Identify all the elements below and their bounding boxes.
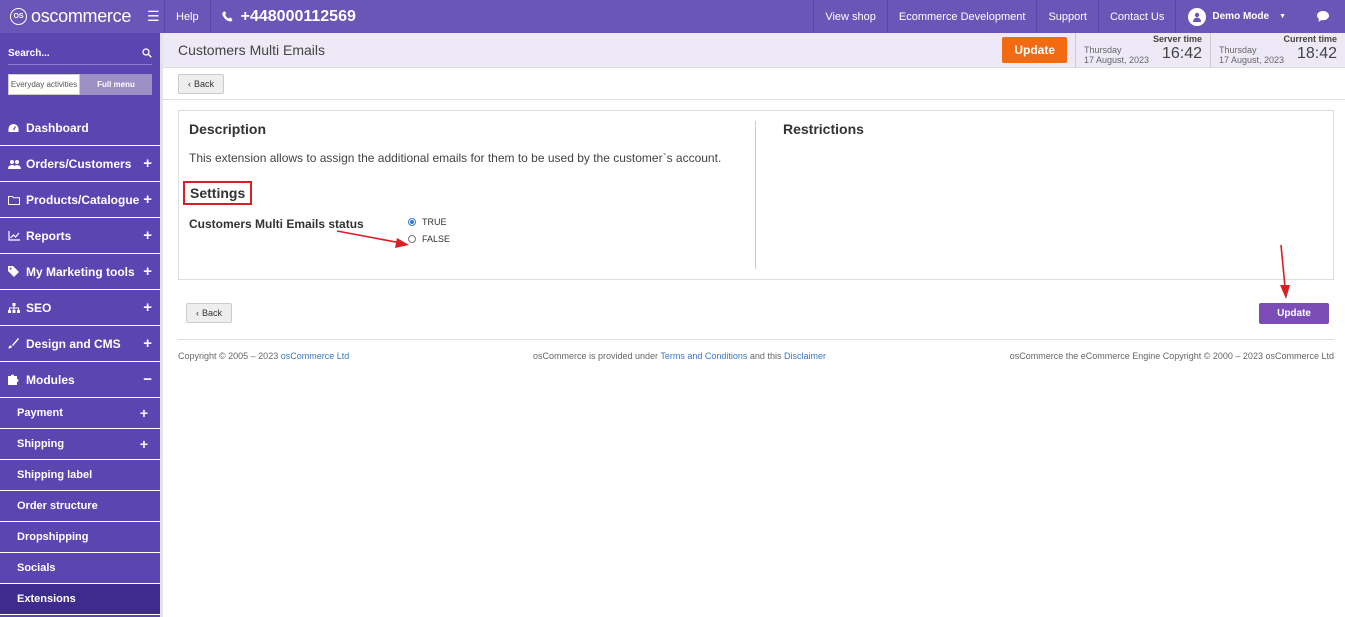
expand-plus-icon: + bbox=[143, 155, 152, 172]
expand-plus-icon: + bbox=[143, 299, 152, 316]
everyday-activities-tab[interactable]: Everyday activities bbox=[8, 74, 80, 95]
sidebar-item-dashboard[interactable]: Dashboard bbox=[0, 110, 160, 146]
chevron-left-icon: ‹ bbox=[188, 78, 191, 89]
expand-plus-icon: + bbox=[139, 405, 148, 421]
terms-link[interactable]: Terms and Conditions bbox=[660, 351, 747, 361]
footer-engine: osCommerce the eCommerce Engine Copyrigh… bbox=[1009, 351, 1334, 361]
phone-icon bbox=[221, 10, 233, 22]
sidebar-subitem-shipping[interactable]: Shipping + bbox=[0, 429, 160, 460]
dashboard-icon bbox=[8, 123, 22, 133]
phone-number[interactable]: +448000112569 bbox=[211, 0, 366, 33]
status-setting-row: Customers Multi Emails status TRUE FALSE bbox=[189, 213, 745, 247]
user-icon bbox=[1188, 7, 1207, 26]
back-button-bottom[interactable]: ‹ Back bbox=[186, 303, 233, 323]
current-time: Current time Thursday 17 August, 2023 18:… bbox=[1210, 32, 1345, 68]
footer: Copyright © 2005 – 2023 osCommerce Ltd o… bbox=[178, 339, 1334, 361]
title-bar: Customers Multi Emails Update Server tim… bbox=[163, 32, 1345, 68]
support-link[interactable]: Support bbox=[1036, 0, 1098, 33]
sidebar-item-orders-customers[interactable]: Orders/Customers + bbox=[0, 146, 160, 182]
server-time: Server time Thursday 17 August, 2023 16:4… bbox=[1075, 32, 1210, 68]
sidebar-subitem-order-structure[interactable]: Order structure bbox=[0, 491, 160, 522]
extension-panel: Description This extension allows to ass… bbox=[178, 110, 1334, 280]
sidebar-subitem-extensions[interactable]: Extensions bbox=[0, 584, 160, 615]
expand-plus-icon: + bbox=[143, 263, 152, 280]
radio-false[interactable]: FALSE bbox=[408, 230, 450, 247]
help-link[interactable]: Help bbox=[165, 0, 211, 33]
search-input[interactable]: Search... bbox=[8, 48, 50, 59]
sidebar-subitem-shipping-label[interactable]: Shipping label bbox=[0, 460, 160, 491]
status-radio-group: TRUE FALSE bbox=[408, 213, 450, 247]
oscommerce-ltd-link[interactable]: osCommerce Ltd bbox=[281, 351, 350, 361]
logo-text: oscommerce bbox=[31, 6, 132, 26]
logo[interactable]: OS oscommerce ☰ bbox=[0, 0, 165, 33]
sidebar-item-design-cms[interactable]: Design and CMS + bbox=[0, 326, 160, 362]
brush-icon bbox=[8, 338, 22, 349]
logo-badge: OS bbox=[10, 8, 27, 25]
radio-true[interactable]: TRUE bbox=[408, 213, 450, 230]
description-text: This extension allows to assign the addi… bbox=[189, 151, 722, 165]
sidebar-subitem-payment[interactable]: Payment + bbox=[0, 398, 160, 429]
puzzle-icon bbox=[8, 374, 22, 385]
header-update-button[interactable]: Update bbox=[1002, 37, 1067, 63]
expand-plus-icon: + bbox=[139, 436, 148, 452]
sidebar-item-products-catalogue[interactable]: Products/Catalogue + bbox=[0, 182, 160, 218]
sitemap-icon bbox=[8, 302, 22, 313]
sidebar-item-seo[interactable]: SEO + bbox=[0, 290, 160, 326]
contact-us-link[interactable]: Contact Us bbox=[1097, 0, 1175, 33]
restrictions-section: Restrictions bbox=[756, 111, 1333, 279]
settings-heading: Settings bbox=[183, 181, 253, 205]
search-icon bbox=[142, 48, 152, 58]
full-menu-tab[interactable]: Full menu bbox=[80, 74, 152, 95]
user-name: Demo Mode bbox=[1212, 11, 1270, 22]
expand-plus-icon: + bbox=[143, 335, 152, 352]
menu-toggle: Everyday activities Full menu bbox=[8, 74, 152, 95]
description-section: Description This extension allows to ass… bbox=[179, 121, 756, 269]
description-heading: Description bbox=[189, 121, 267, 137]
footer-copyright: Copyright © 2005 – 2023 osCommerce Ltd bbox=[178, 351, 350, 361]
radio-unchecked bbox=[408, 234, 416, 243]
sidebar: Search... Everyday activities Full menu … bbox=[0, 33, 160, 617]
sidebar-nav: Dashboard Orders/Customers + Products/Ca… bbox=[0, 110, 160, 615]
top-bar: OS oscommerce ☰ Help +448000112569 View … bbox=[0, 0, 1345, 33]
collapse-minus-icon: − bbox=[143, 371, 152, 388]
phone-text: +448000112569 bbox=[240, 7, 356, 25]
sidebar-item-marketing-tools[interactable]: My Marketing tools + bbox=[0, 254, 160, 290]
status-label: Customers Multi Emails status bbox=[189, 217, 364, 231]
view-shop-link[interactable]: View shop bbox=[813, 0, 887, 33]
chevron-left-icon: ‹ bbox=[196, 308, 199, 318]
sidebar-item-reports[interactable]: Reports + bbox=[0, 218, 160, 254]
page-title: Customers Multi Emails bbox=[178, 42, 326, 58]
update-button[interactable]: Update bbox=[1259, 303, 1329, 324]
sidebar-search[interactable]: Search... bbox=[8, 42, 152, 65]
expand-plus-icon: + bbox=[143, 227, 152, 244]
caret-down-icon: ▼ bbox=[1279, 13, 1286, 20]
back-bar: ‹ Back bbox=[163, 68, 1345, 100]
disclaimer-link[interactable]: Disclaimer bbox=[784, 351, 826, 361]
folder-icon bbox=[8, 195, 22, 205]
sidebar-subitem-socials[interactable]: Socials bbox=[0, 553, 160, 584]
users-icon bbox=[8, 159, 22, 169]
expand-plus-icon: + bbox=[143, 191, 152, 208]
main-content: Customers Multi Emails Update Server tim… bbox=[160, 32, 1345, 617]
sidebar-item-modules[interactable]: Modules − bbox=[0, 362, 160, 398]
user-menu[interactable]: Demo Mode ▼ bbox=[1175, 0, 1298, 33]
tag-icon bbox=[8, 266, 22, 277]
chat-icon[interactable] bbox=[1298, 0, 1345, 33]
restrictions-heading: Restrictions bbox=[783, 121, 864, 137]
sidebar-subitem-dropshipping[interactable]: Dropshipping bbox=[0, 522, 160, 553]
footer-terms: osCommerce is provided under Terms and C… bbox=[532, 351, 826, 361]
chart-icon bbox=[8, 230, 22, 241]
hamburger-icon[interactable]: ☰ bbox=[147, 8, 160, 25]
radio-checked bbox=[408, 217, 416, 226]
ecommerce-development-link[interactable]: Ecommerce Development bbox=[886, 0, 1037, 33]
back-button-top[interactable]: ‹ Back bbox=[178, 73, 225, 94]
